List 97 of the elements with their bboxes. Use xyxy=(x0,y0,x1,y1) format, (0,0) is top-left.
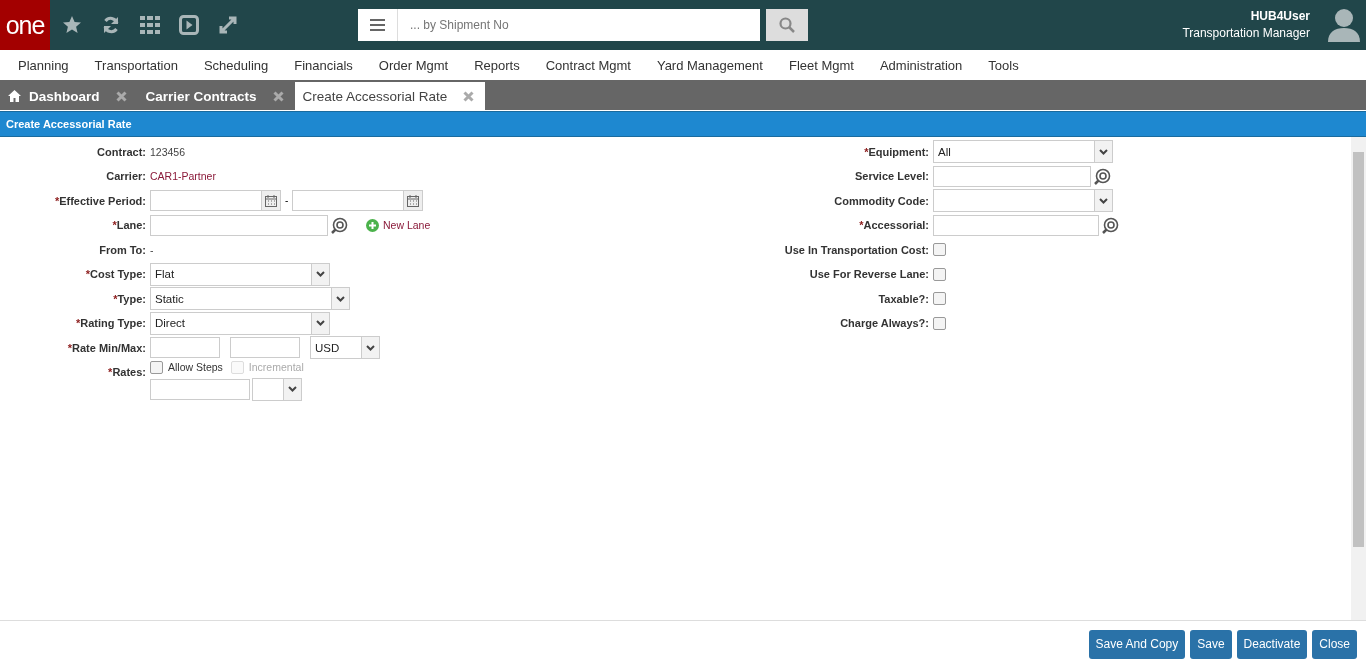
action-button[interactable]: Deactivate xyxy=(1236,629,1308,659)
field-label: *Rates: xyxy=(107,364,147,378)
checkbox[interactable] xyxy=(150,360,163,374)
scrollbar[interactable] xyxy=(1351,137,1366,620)
select-field[interactable]: All xyxy=(933,140,1113,163)
user-role: Transportation Manager xyxy=(1182,25,1310,42)
field-label: *Lane: xyxy=(111,219,147,231)
menu-item[interactable]: Yard Management xyxy=(656,57,763,73)
tab[interactable]: Dashboard xyxy=(0,82,138,110)
max-field[interactable] xyxy=(230,337,300,358)
search-icon xyxy=(779,17,795,33)
field-label: *Rating Type: xyxy=(74,317,147,329)
field-label: From To: xyxy=(98,243,147,256)
tab[interactable]: Create Accessorial Rate xyxy=(294,82,486,110)
field-value: 123456 xyxy=(150,145,186,158)
currency-select[interactable]: USD xyxy=(310,336,380,359)
lookup-icon[interactable] xyxy=(1102,216,1119,234)
field-label: Contract: xyxy=(96,145,147,158)
home-icon xyxy=(8,90,21,102)
menu-item[interactable]: Planning xyxy=(18,57,69,73)
chevron-icon xyxy=(316,271,325,277)
checkbox-label[interactable]: Allow Steps xyxy=(168,361,223,373)
text-field[interactable] xyxy=(933,214,1099,236)
chevron-icon xyxy=(288,386,297,392)
select-field[interactable]: Static xyxy=(150,287,350,310)
range-separator: - xyxy=(285,195,289,206)
text-field[interactable] xyxy=(933,165,1091,187)
action-button[interactable]: Save xyxy=(1190,629,1232,659)
text-field[interactable] xyxy=(150,214,328,236)
menu-button[interactable] xyxy=(358,9,398,41)
menu-item[interactable]: Order Mgmt xyxy=(378,57,449,73)
menu-item[interactable]: Administration xyxy=(879,57,963,73)
menu-item[interactable]: Tools xyxy=(988,57,1019,73)
field-label: *Effective Period: xyxy=(53,194,147,207)
checkbox[interactable] xyxy=(933,292,946,305)
lookup-icon[interactable] xyxy=(1094,167,1111,185)
select-field[interactable] xyxy=(933,189,1113,212)
date-field[interactable] xyxy=(292,190,424,211)
field-label: *Type: xyxy=(112,292,147,305)
logo[interactable]: one xyxy=(0,0,50,50)
search-button[interactable] xyxy=(766,9,808,41)
close-icon[interactable] xyxy=(272,90,284,102)
checkbox[interactable] xyxy=(933,316,946,330)
chevron-icon xyxy=(336,295,345,302)
close-icon[interactable] xyxy=(115,90,127,102)
rate-field[interactable] xyxy=(150,378,250,400)
chevron-icon xyxy=(1099,148,1108,155)
date-field[interactable] xyxy=(150,190,281,211)
field-label: Service Level: xyxy=(854,170,930,182)
checkbox[interactable] xyxy=(933,243,946,256)
select-field[interactable]: Flat xyxy=(150,262,330,286)
field-label: *Equipment: xyxy=(863,145,930,158)
unit-select[interactable] xyxy=(252,377,302,401)
menu-item[interactable]: Reports xyxy=(474,57,520,73)
calendar-icon[interactable] xyxy=(407,194,420,207)
tab-label[interactable]: Carrier Contracts xyxy=(145,88,257,104)
chevron-icon xyxy=(1099,197,1108,204)
select-field[interactable]: Direct xyxy=(150,311,330,335)
carrier-link[interactable]: CAR1-Partner xyxy=(150,170,216,182)
field-label: Charge Always?: xyxy=(839,317,930,329)
refresh-icon[interactable] xyxy=(101,15,121,35)
star-icon[interactable] xyxy=(62,15,82,35)
field-label: Taxable?: xyxy=(877,292,930,305)
menu-item[interactable]: Transportation xyxy=(94,57,178,73)
field-label: Carrier: xyxy=(105,170,147,182)
calendar-icon[interactable] xyxy=(265,194,277,207)
chevron-icon xyxy=(366,344,375,351)
chevron-icon xyxy=(316,320,325,326)
field-value: - xyxy=(150,243,154,256)
field-label: Use For Reverse Lane: xyxy=(808,268,930,280)
tab-label[interactable]: Dashboard xyxy=(29,88,100,104)
user-name: HUB4User xyxy=(1250,8,1310,25)
plus-icon xyxy=(366,218,379,232)
checkbox[interactable] xyxy=(933,267,946,281)
avatar-icon[interactable] xyxy=(1328,8,1360,42)
grid-icon[interactable] xyxy=(140,16,160,34)
min-field[interactable] xyxy=(150,337,220,358)
menu-item[interactable]: Contract Mgmt xyxy=(545,57,631,73)
menu-icon xyxy=(370,19,385,31)
menu-item[interactable]: Fleet Mgmt xyxy=(788,57,854,73)
play-icon[interactable] xyxy=(179,15,199,35)
expand-icon[interactable] xyxy=(218,15,238,35)
menu-item[interactable]: Scheduling xyxy=(203,57,269,73)
tab[interactable]: Carrier Contracts xyxy=(137,82,295,110)
new-lane-link[interactable]: New Lane xyxy=(366,218,431,232)
panel-title: Create Accessorial Rate xyxy=(0,111,1366,137)
action-button[interactable]: Save And Copy xyxy=(1088,629,1186,659)
lookup-icon[interactable] xyxy=(331,216,348,234)
field-label: *Accessorial: xyxy=(858,219,930,231)
field-label: Use In Transportation Cost: xyxy=(783,243,930,256)
action-button[interactable]: Close xyxy=(1312,629,1357,659)
field-label: Commodity Code: xyxy=(833,194,930,207)
close-icon[interactable] xyxy=(463,90,475,102)
field-label: *Cost Type: xyxy=(84,268,147,280)
tab-label[interactable]: Create Accessorial Rate xyxy=(302,88,448,104)
field-label: *Rate Min/Max: xyxy=(66,341,147,354)
menu-item[interactable]: Financials xyxy=(294,57,353,73)
